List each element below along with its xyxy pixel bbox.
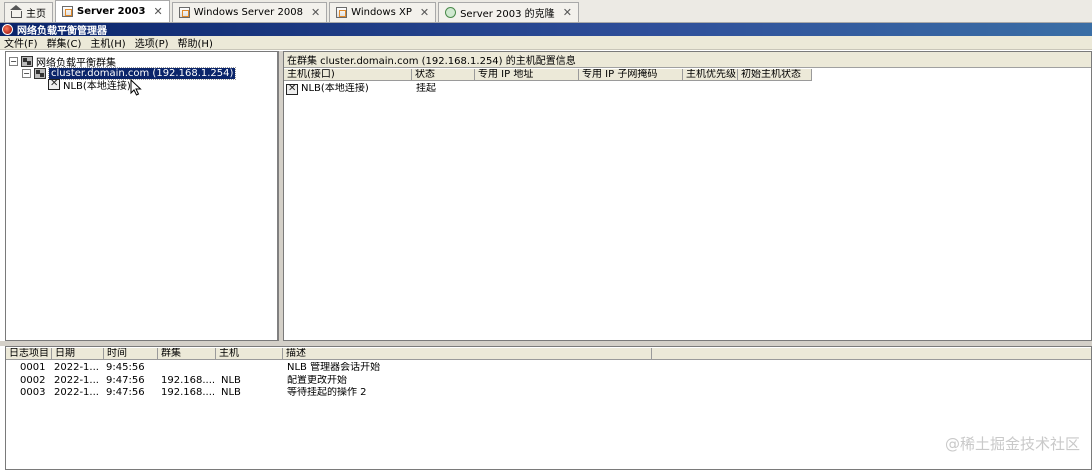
tab-label: Windows Server 2008: [193, 7, 303, 18]
home-icon: [10, 5, 22, 18]
cluster-tree[interactable]: − 网络负载平衡群集 − cluster.domain.com (192.168…: [5, 51, 279, 341]
mouse-cursor-icon: [130, 79, 142, 96]
menu-cluster[interactable]: 群集(C): [47, 35, 82, 50]
col-log-entry[interactable]: 日志项目: [6, 348, 52, 360]
watermark: @稀土掘金技术社区: [944, 435, 1080, 453]
host-icon: [286, 83, 298, 95]
vm-icon: [178, 7, 190, 18]
collapse-icon[interactable]: −: [9, 56, 18, 66]
host-config-header: 在群集 cluster.domain.com (192.168.1.254) 的…: [284, 52, 1091, 68]
menu-file[interactable]: 文件(F): [4, 35, 38, 50]
tab-home[interactable]: 主页: [4, 2, 53, 22]
tab-windows-xp[interactable]: Windows XP ✕: [329, 2, 437, 22]
col-time[interactable]: 时间: [104, 348, 158, 360]
log-id: 0002: [20, 375, 46, 386]
col-host-interface[interactable]: 主机(接口): [284, 69, 412, 81]
log-host: NLB: [221, 375, 241, 386]
tab-label: Windows XP: [351, 7, 412, 18]
log-desc: 配置更改开始: [287, 375, 347, 386]
menu-options[interactable]: 选项(P): [135, 35, 169, 50]
log-date: 2022-1...: [54, 387, 99, 398]
col-filler: [652, 348, 1091, 360]
row-host: NLB(本地连接): [301, 83, 369, 94]
tab-server-2003-clone[interactable]: Server 2003 的克隆 ✕: [438, 2, 579, 22]
col-cluster[interactable]: 群集: [158, 348, 216, 360]
table-row[interactable]: NLB(本地连接): [286, 83, 369, 95]
collapse-icon[interactable]: −: [22, 68, 31, 78]
tab-label: Server 2003: [77, 6, 146, 17]
clone-icon: [445, 7, 457, 18]
log-date: 2022-1...: [54, 362, 99, 373]
log-id: 0003: [20, 387, 46, 398]
log-date: 2022-1...: [54, 375, 99, 386]
col-host-priority[interactable]: 主机优先级: [683, 69, 738, 81]
tree-root[interactable]: − 网络负载平衡群集: [9, 55, 116, 69]
close-icon[interactable]: ✕: [420, 6, 429, 19]
col-dedicated-mask[interactable]: 专用 IP 子网掩码: [579, 69, 683, 81]
close-icon[interactable]: ✕: [311, 6, 320, 19]
cluster-icon: [34, 67, 46, 79]
tab-label: 主页: [26, 9, 46, 20]
vm-icon: [62, 6, 73, 17]
host-icon: [48, 78, 60, 90]
col-date[interactable]: 日期: [52, 348, 104, 360]
tree-host-label: NLB(本地连接): [63, 80, 131, 92]
menu-bar: 文件(F) 群集(C) 主机(H) 选项(P) 帮助(H): [0, 36, 1092, 50]
col-host[interactable]: 主机: [216, 348, 283, 360]
tab-label: Server 2003 的克隆: [460, 9, 555, 20]
tree-host[interactable]: NLB(本地连接): [48, 78, 131, 92]
tab-server-2003[interactable]: Server 2003 ✕: [55, 0, 170, 22]
tab-windows-server-2008[interactable]: Windows Server 2008 ✕: [171, 2, 328, 22]
row-status: 挂起: [416, 83, 436, 94]
nlb-app-icon[interactable]: [2, 24, 13, 35]
log-cluster: 192.168....: [161, 387, 216, 398]
log-desc: 等待挂起的操作 2: [287, 387, 367, 398]
log-time: 9:47:56: [106, 375, 145, 386]
log-time: 9:45:56: [106, 362, 145, 373]
log-time: 9:47:56: [106, 387, 145, 398]
cluster-group-icon: [21, 55, 33, 67]
col-status[interactable]: 状态: [412, 69, 475, 81]
log-cluster: 192.168....: [161, 375, 216, 386]
menu-help[interactable]: 帮助(H): [178, 35, 213, 50]
col-dedicated-ip[interactable]: 专用 IP 地址: [475, 69, 579, 81]
log-pane: 日志项目 日期 时间 群集 主机 描述 0001 2022-1... 9:45:…: [5, 346, 1092, 470]
menu-host[interactable]: 主机(H): [90, 35, 125, 50]
vm-tab-bar: 主页 Server 2003 ✕ Windows Server 2008 ✕ W…: [0, 0, 1092, 23]
col-initial-state[interactable]: 初始主机状态: [738, 69, 812, 81]
col-description[interactable]: 描述: [283, 348, 652, 360]
log-host: NLB: [221, 387, 241, 398]
log-desc: NLB 管理器会话开始: [287, 362, 381, 373]
close-icon[interactable]: ✕: [563, 6, 572, 19]
vm-icon: [336, 7, 348, 18]
host-config-pane: 在群集 cluster.domain.com (192.168.1.254) 的…: [283, 51, 1092, 341]
log-id: 0001: [20, 362, 46, 373]
close-icon[interactable]: ✕: [153, 5, 162, 18]
